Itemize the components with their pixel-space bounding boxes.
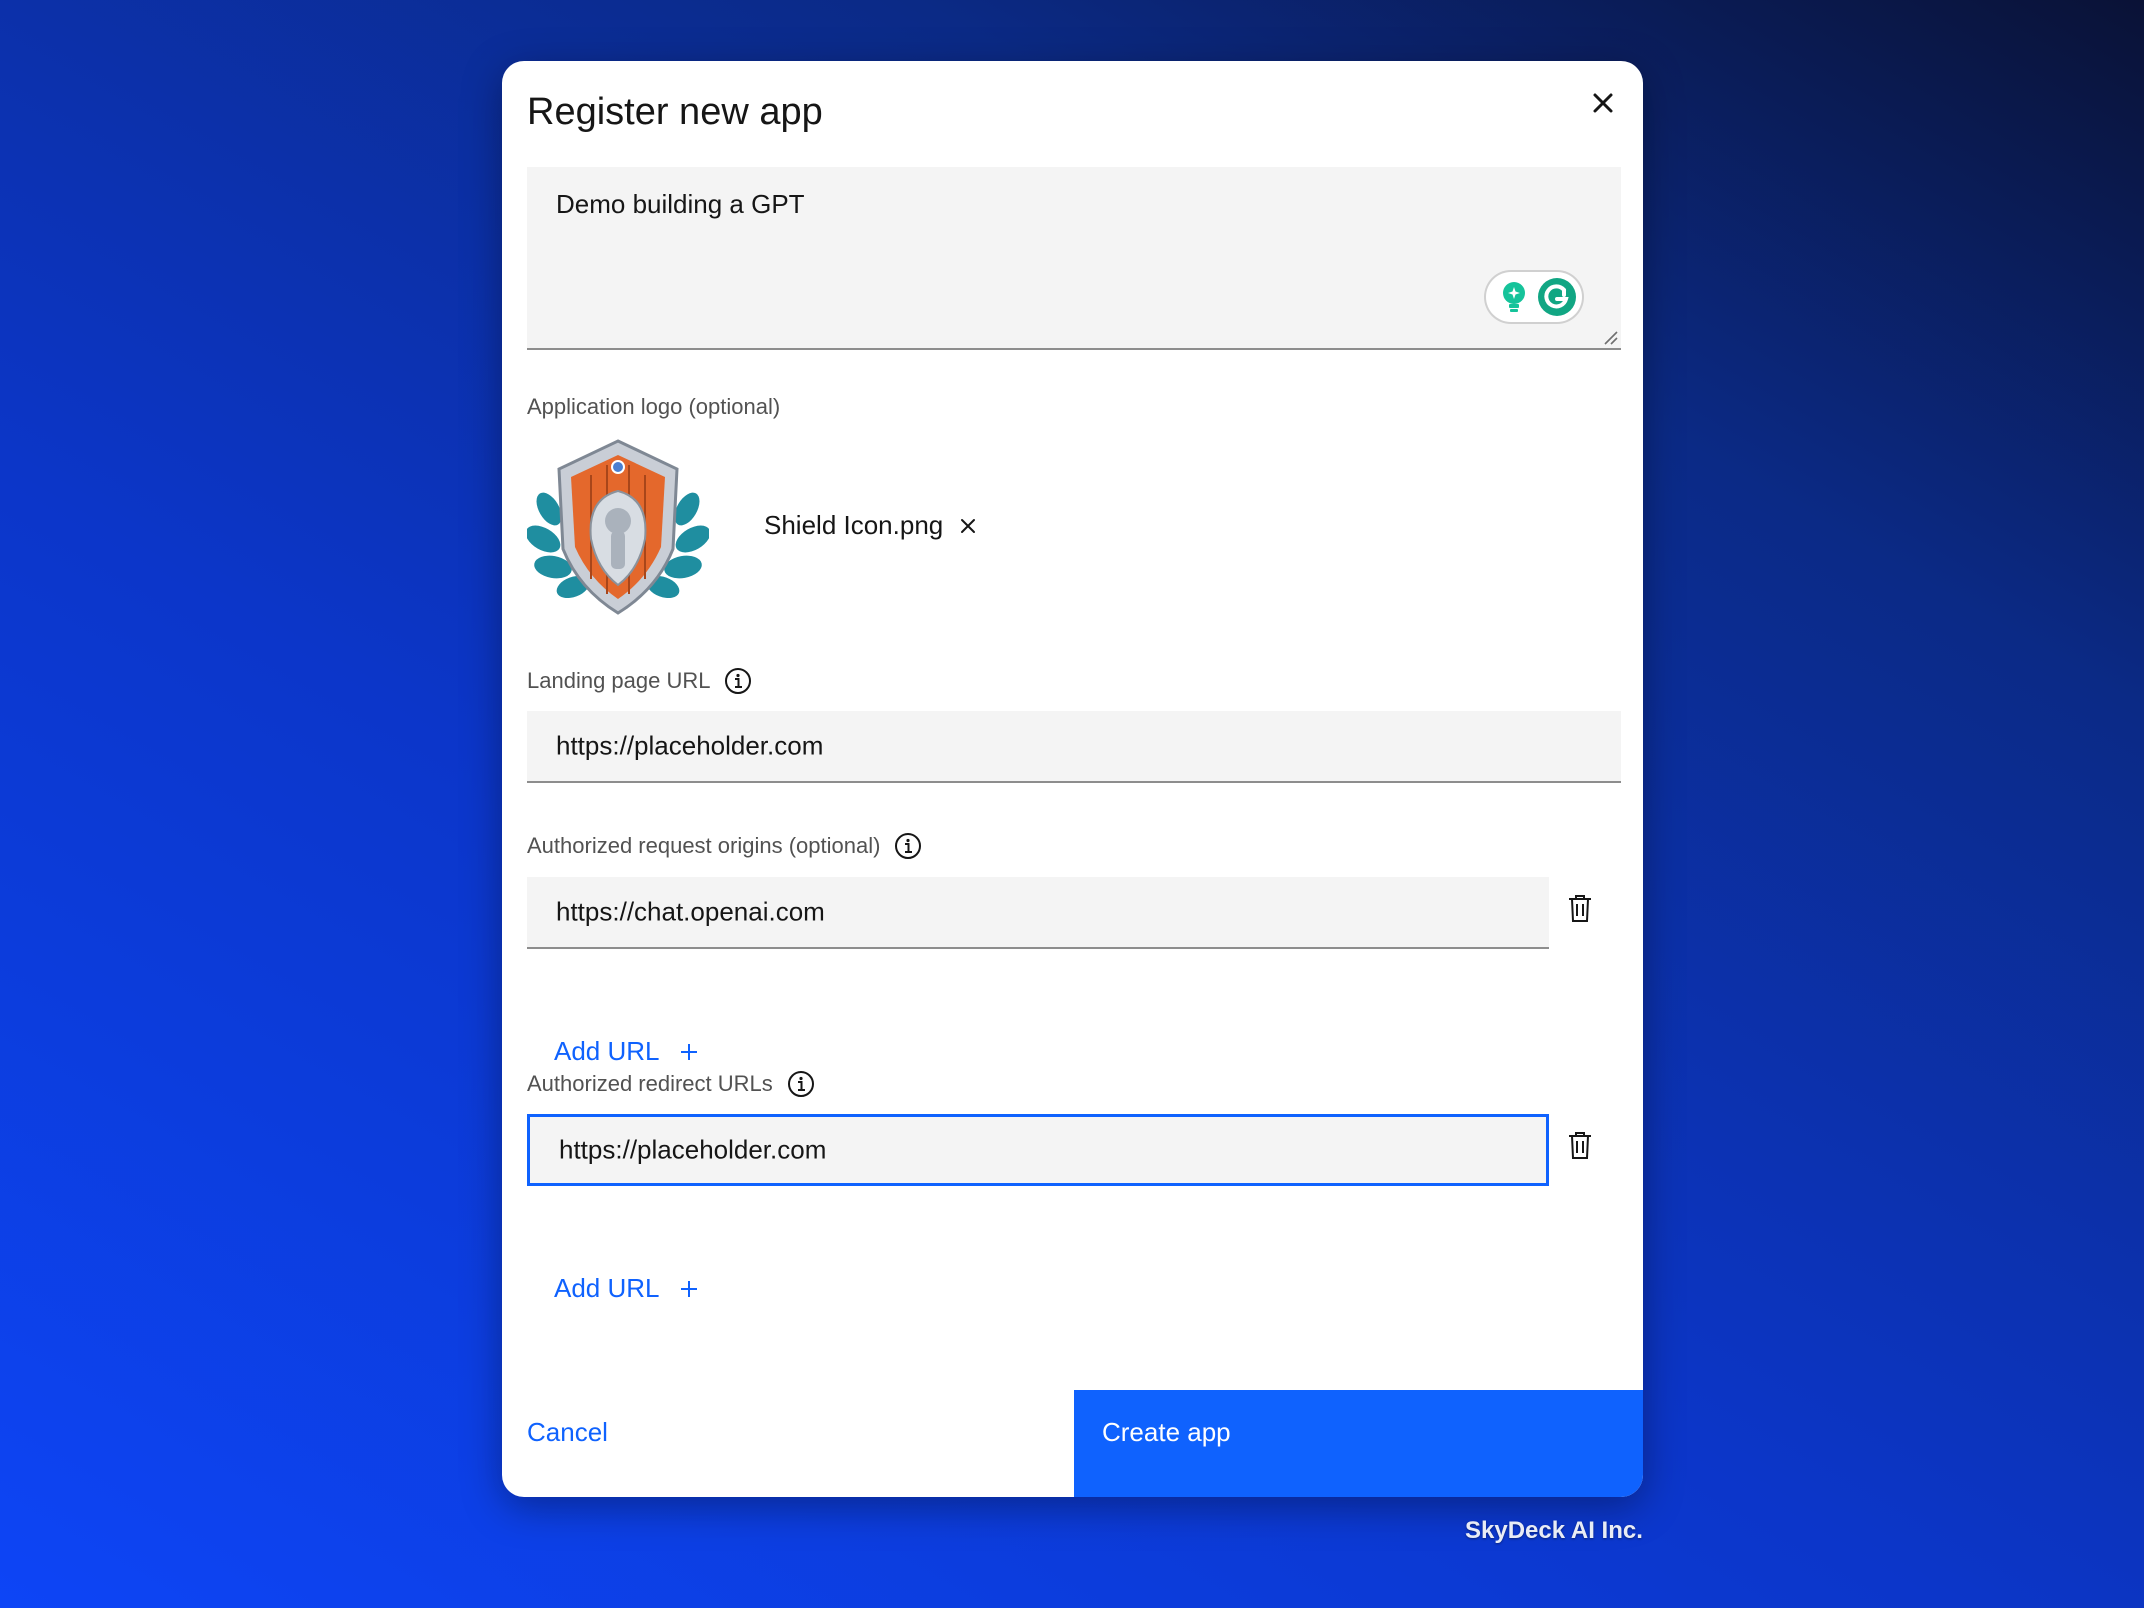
description-textarea[interactable]: Demo building a GPT	[527, 167, 1621, 350]
landing-url-input[interactable]: https://placeholder.com	[527, 711, 1621, 783]
trash-icon[interactable]	[1563, 1128, 1597, 1162]
origins-label-text: Authorized request origins (optional)	[527, 833, 881, 858]
shield-logo	[527, 439, 709, 615]
origins-label: Authorized request origins (optional)	[527, 832, 922, 860]
dialog-footer: Cancel Create app	[502, 1390, 1643, 1497]
close-icon	[1593, 93, 1613, 113]
brand-label: SkyDeck AI Inc.	[1465, 1517, 1643, 1544]
remove-file-icon[interactable]	[955, 513, 981, 539]
close-button[interactable]	[1581, 81, 1625, 125]
info-icon[interactable]	[787, 1070, 815, 1098]
add-redirect-url-button[interactable]: Add URL	[554, 1273, 700, 1304]
cancel-button[interactable]: Cancel	[527, 1417, 608, 1448]
uploaded-file-chip: Shield Icon.png	[764, 510, 981, 541]
add-url-label: Add URL	[554, 1273, 660, 1303]
create-app-button[interactable]: Create app	[1074, 1390, 1643, 1497]
redirect-url-value: https://placeholder.com	[559, 1134, 827, 1165]
grammarly-widget[interactable]	[1486, 272, 1582, 322]
info-icon[interactable]	[724, 667, 752, 695]
grammarly-icon	[1538, 278, 1576, 316]
redirect-url-input[interactable]: https://placeholder.com	[527, 1114, 1549, 1186]
register-app-dialog: Register new app Demo building a GPT App…	[502, 61, 1643, 1497]
redirect-label-text: Authorized redirect URLs	[527, 1071, 773, 1096]
plus-icon	[680, 1043, 697, 1060]
grammarly-bulb-icon	[1503, 282, 1525, 312]
redirect-label: Authorized redirect URLs	[527, 1070, 815, 1098]
dialog-title: Register new app	[527, 91, 823, 133]
landing-url-label-text: Landing page URL	[527, 668, 711, 693]
uploaded-file-name: Shield Icon.png	[764, 510, 944, 540]
add-url-label: Add URL	[554, 1036, 660, 1066]
info-icon[interactable]	[894, 832, 922, 860]
create-app-label: Create app	[1102, 1417, 1231, 1447]
origin-url-value: https://chat.openai.com	[556, 896, 825, 927]
plus-icon	[680, 1280, 697, 1297]
description-value: Demo building a GPT	[556, 189, 805, 219]
trash-icon[interactable]	[1563, 891, 1597, 925]
landing-url-label: Landing page URL	[527, 667, 752, 695]
resize-handle-icon[interactable]	[1601, 328, 1619, 346]
landing-url-value: https://placeholder.com	[556, 730, 824, 761]
add-origin-url-button[interactable]: Add URL	[554, 1036, 700, 1067]
logo-label: Application logo (optional)	[527, 394, 781, 419]
origin-url-input[interactable]: https://chat.openai.com	[527, 877, 1549, 949]
